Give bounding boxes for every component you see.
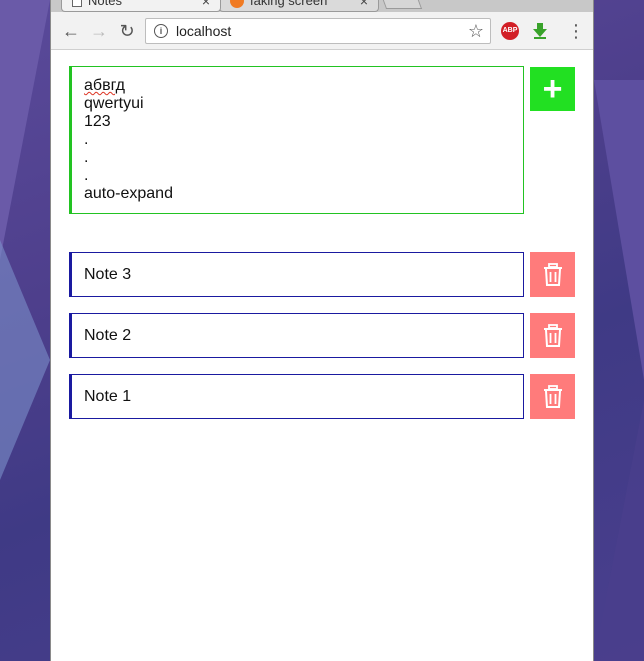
- editor-line: auto-expand: [84, 185, 173, 202]
- tab-strip: Notes × faking screen ×: [51, 0, 593, 12]
- note-item[interactable]: Note 1: [69, 374, 524, 419]
- bookmark-star-icon[interactable]: ☆: [468, 21, 484, 42]
- page-content: абвгд qwertyui 123 . . . auto-expand + N…: [51, 50, 593, 661]
- editor-line: абвгд: [84, 77, 126, 94]
- delete-note-button[interactable]: [530, 374, 575, 419]
- note-item[interactable]: Note 3: [69, 252, 524, 297]
- wallpaper-facet: [594, 80, 644, 380]
- tab-label: Notes: [88, 0, 122, 8]
- delete-note-button[interactable]: [530, 313, 575, 358]
- editor-line: qwertyui: [84, 95, 144, 112]
- editor-line: .: [84, 131, 89, 148]
- site-favicon-icon: [230, 0, 244, 8]
- add-note-button[interactable]: +: [530, 67, 575, 111]
- tab-faking-screen[interactable]: faking screen ×: [219, 0, 379, 12]
- note-text: Note 2: [84, 327, 132, 344]
- note-item[interactable]: Note 2: [69, 313, 524, 358]
- download-extension-icon[interactable]: [531, 22, 549, 40]
- trash-icon: [543, 262, 562, 286]
- new-tab-button[interactable]: [379, 0, 423, 9]
- editor-line: 123: [84, 113, 111, 130]
- adblock-extension-icon[interactable]: ABP: [501, 22, 519, 40]
- editor-line: .: [84, 149, 89, 166]
- tab-notes[interactable]: Notes ×: [61, 0, 221, 12]
- back-arrow-icon[interactable]: ←: [61, 21, 81, 41]
- note-text: Note 3: [84, 266, 132, 283]
- page-icon: [72, 0, 82, 7]
- browser-window: Notes × faking screen × ← → ↻ i localhos…: [50, 0, 594, 661]
- wallpaper-facet: [0, 0, 50, 260]
- trash-icon: [543, 384, 562, 408]
- editor-line: .: [84, 167, 89, 184]
- trash-icon: [543, 323, 562, 347]
- tab-close-icon[interactable]: ×: [202, 0, 210, 9]
- delete-note-button[interactable]: [530, 252, 575, 297]
- new-note-textarea[interactable]: абвгд qwertyui 123 . . . auto-expand: [69, 66, 524, 214]
- wallpaper-facet: [0, 240, 50, 480]
- browser-menu-icon[interactable]: ⋮: [567, 21, 585, 41]
- wallpaper-facet: [594, 400, 644, 660]
- address-text: localhost: [176, 23, 232, 39]
- tab-label: faking screen: [250, 0, 328, 8]
- tab-close-icon[interactable]: ×: [360, 0, 368, 9]
- info-icon[interactable]: i: [154, 24, 168, 38]
- note-text: Note 1: [84, 388, 132, 405]
- forward-arrow-icon[interactable]: →: [89, 21, 109, 41]
- browser-toolbar: ← → ↻ i localhost ☆ ABP ⋮: [51, 12, 593, 50]
- reload-icon[interactable]: ↻: [117, 21, 137, 41]
- address-bar[interactable]: i localhost ☆: [145, 18, 491, 44]
